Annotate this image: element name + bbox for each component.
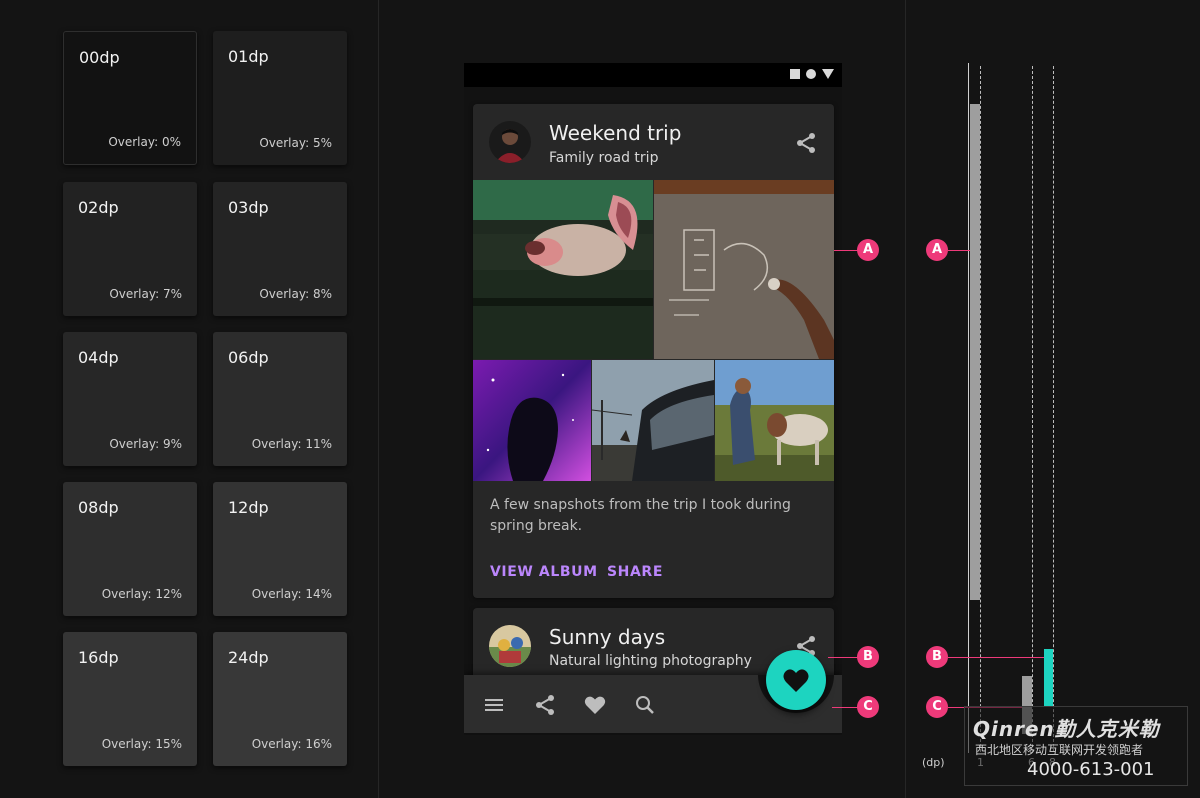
- dp-guide-6: [1032, 66, 1033, 752]
- phone-mockup: Weekend trip Family road trip A few snap…: [464, 63, 842, 735]
- tile-label: 08dp: [78, 498, 119, 517]
- square-icon: [790, 69, 800, 79]
- photo-silhouette[interactable]: [473, 360, 591, 481]
- diagram-marker-b: B: [926, 646, 948, 668]
- elevation-tile: 00dp Overlay: 0%: [63, 31, 197, 165]
- elevation-tile: 08dp Overlay: 12%: [63, 482, 197, 616]
- photo-chalkboard[interactable]: [654, 180, 834, 359]
- card-title: Sunny days: [549, 625, 666, 649]
- share-icon[interactable]: [533, 693, 557, 717]
- circle-icon: [806, 69, 816, 79]
- callout-marker-b: B: [857, 646, 879, 668]
- favorite-fab[interactable]: [766, 650, 826, 710]
- left-panel-divider: [378, 0, 379, 798]
- callout-marker-a: A: [857, 239, 879, 261]
- dp-guide-8: [1053, 66, 1054, 752]
- tile-overlay: Overlay: 8%: [259, 287, 332, 301]
- photo-car[interactable]: [592, 360, 714, 481]
- callout-line-c: [832, 707, 858, 708]
- tile-overlay: Overlay: 0%: [108, 135, 181, 149]
- fab-elevation-bar: [1044, 649, 1053, 707]
- unit-label: (dp): [922, 756, 945, 769]
- diagram-marker-c: C: [926, 696, 948, 718]
- watermark-tagline: 西北地区移动互联网开发领跑者: [975, 743, 1144, 757]
- callout-line-a: [834, 250, 858, 251]
- card-subtitle: Family road trip: [549, 150, 659, 166]
- elevation-tile: 01dp Overlay: 5%: [213, 31, 347, 165]
- diagram-line-b: [948, 657, 1044, 658]
- watermark-phone: 4000-613-001: [1027, 759, 1155, 780]
- callout-line-b: [828, 657, 858, 658]
- watermark: Qinren勤人克米勒 西北地区移动互联网开发领跑者 4000-613-001: [964, 706, 1188, 786]
- tile-label: 03dp: [228, 198, 269, 217]
- card-description: A few snapshots from the trip I took dur…: [490, 497, 791, 534]
- share-button[interactable]: SHARE: [607, 564, 663, 580]
- search-icon[interactable]: [633, 693, 657, 717]
- tile-label: 24dp: [228, 648, 269, 667]
- card-title: Weekend trip: [549, 121, 682, 145]
- tile-label: 00dp: [79, 48, 120, 67]
- elevation-tile: 16dp Overlay: 15%: [63, 632, 197, 766]
- photo-cows[interactable]: [715, 360, 834, 481]
- tile-overlay: Overlay: 15%: [101, 737, 182, 751]
- diagram-marker-a: A: [926, 239, 948, 261]
- heart-icon[interactable]: [583, 693, 607, 717]
- card-subtitle: Natural lighting photography: [549, 653, 752, 669]
- share-icon[interactable]: [794, 131, 818, 155]
- tile-label: 04dp: [78, 348, 119, 367]
- elevation-tile: 06dp Overlay: 11%: [213, 332, 347, 466]
- tile-overlay: Overlay: 11%: [251, 437, 332, 451]
- status-bar: [464, 63, 842, 87]
- avatar: [489, 121, 531, 163]
- callout-marker-c: C: [857, 696, 879, 718]
- tile-overlay: Overlay: 16%: [251, 737, 332, 751]
- tile-overlay: Overlay: 14%: [251, 587, 332, 601]
- tile-overlay: Overlay: 9%: [109, 437, 182, 451]
- elevation-tile: 03dp Overlay: 8%: [213, 182, 347, 316]
- right-panel-divider: [905, 0, 906, 798]
- tile-overlay: Overlay: 12%: [101, 587, 182, 601]
- elevation-tile: 04dp Overlay: 9%: [63, 332, 197, 466]
- tile-overlay: Overlay: 7%: [109, 287, 182, 301]
- elevation-tile: 02dp Overlay: 7%: [63, 182, 197, 316]
- tile-label: 02dp: [78, 198, 119, 217]
- elevation-tile: 24dp Overlay: 16%: [213, 632, 347, 766]
- tile-label: 01dp: [228, 47, 269, 66]
- baseline-axis: [968, 63, 969, 753]
- tile-label: 16dp: [78, 648, 119, 667]
- watermark-logo: Qinren勤人克米勒: [973, 717, 1160, 741]
- diagram-line-a: [948, 250, 970, 251]
- menu-icon[interactable]: [482, 693, 506, 717]
- elevation-tile: 12dp Overlay: 14%: [213, 482, 347, 616]
- tile-label: 06dp: [228, 348, 269, 367]
- tile-overlay: Overlay: 5%: [259, 136, 332, 150]
- triangle-icon: [822, 69, 834, 79]
- tile-label: 12dp: [228, 498, 269, 517]
- card-elevation-bar: [970, 104, 980, 600]
- avatar: [489, 625, 531, 667]
- photo-pig[interactable]: [473, 180, 653, 359]
- dp-guide-1: [980, 66, 981, 752]
- view-album-button[interactable]: VIEW ALBUM: [490, 564, 598, 580]
- weekend-trip-card[interactable]: Weekend trip Family road trip A few snap…: [473, 104, 834, 598]
